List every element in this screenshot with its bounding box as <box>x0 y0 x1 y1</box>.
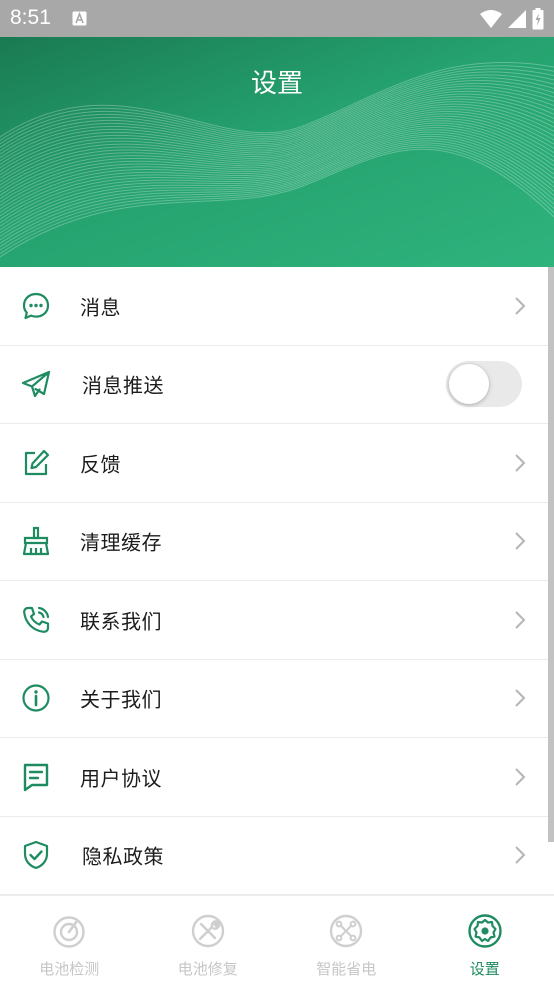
nav-settings[interactable]: 设置 <box>416 896 554 984</box>
settings-item-user-agreement[interactable]: 用户协议 <box>0 738 554 817</box>
status-bar: 8:51 <box>0 0 554 37</box>
send-icon <box>21 371 51 398</box>
chevron-right-icon <box>515 454 526 472</box>
status-time: 8:51 <box>10 6 51 29</box>
nav-label: 智能省电 <box>316 960 377 978</box>
settings-item-label: 消息推送 <box>82 373 164 398</box>
settings-item-label: 清理缓存 <box>80 530 162 555</box>
info-icon <box>22 684 50 712</box>
battery-repair-icon <box>191 914 224 948</box>
settings-item-push-notifications: 消息推送 <box>0 345 554 424</box>
settings-item-label: 消息 <box>80 295 121 320</box>
edit-icon <box>24 449 50 475</box>
document-icon <box>23 763 49 791</box>
battery-detect-icon <box>53 916 85 948</box>
settings-item-label: 反馈 <box>80 452 121 477</box>
settings-item-label: 隐私政策 <box>82 844 164 869</box>
settings-item-messages[interactable]: 消息 <box>0 267 554 346</box>
settings-item-feedback[interactable]: 反馈 <box>0 424 554 503</box>
keyboard-a-icon <box>72 11 87 26</box>
chevron-right-icon <box>515 689 526 707</box>
toggle-knob <box>449 364 489 405</box>
nav-label: 电池检测 <box>39 960 100 978</box>
settings-icon <box>468 914 502 948</box>
settings-item-clear-cache[interactable]: 清理缓存 <box>0 502 554 581</box>
smart-save-icon <box>330 914 363 948</box>
chevron-right-icon <box>515 611 526 629</box>
settings-list: 消息 消息推送 反馈 清理缓存 联系我们 关于我们 用户协议 隐私政策 <box>0 267 554 895</box>
settings-item-label: 用户协议 <box>80 766 162 791</box>
settings-item-privacy-policy[interactable]: 隐私政策 <box>0 816 554 895</box>
settings-item-label: 关于我们 <box>80 687 162 712</box>
page-title: 设置 <box>250 69 303 99</box>
settings-item-contact-us[interactable]: 联系我们 <box>0 581 554 660</box>
header-banner: 设置 <box>0 37 554 267</box>
signal-icon <box>508 10 526 28</box>
scrollbar[interactable] <box>548 267 554 842</box>
broom-icon <box>22 527 50 556</box>
settings-item-about-us[interactable]: 关于我们 <box>0 659 554 738</box>
wifi-icon <box>480 10 502 28</box>
chevron-right-icon <box>515 846 526 864</box>
nav-label: 电池修复 <box>177 960 238 978</box>
bottom-navigation: 电池检测 电池修复 智能省电 设置 <box>0 895 554 984</box>
nav-label: 设置 <box>469 960 500 978</box>
message-icon <box>22 292 50 319</box>
push-notifications-toggle[interactable] <box>446 361 522 408</box>
chevron-right-icon <box>515 768 526 786</box>
chevron-right-icon <box>515 297 526 315</box>
nav-smart-save[interactable]: 智能省电 <box>277 896 416 984</box>
status-icons <box>480 8 544 30</box>
nav-battery-detect[interactable]: 电池检测 <box>0 896 139 984</box>
shield-icon <box>23 841 49 870</box>
chevron-right-icon <box>515 532 526 550</box>
settings-item-label: 联系我们 <box>80 609 162 634</box>
battery-icon <box>532 8 544 30</box>
phone-icon <box>23 606 50 633</box>
nav-battery-repair[interactable]: 电池修复 <box>139 896 278 984</box>
